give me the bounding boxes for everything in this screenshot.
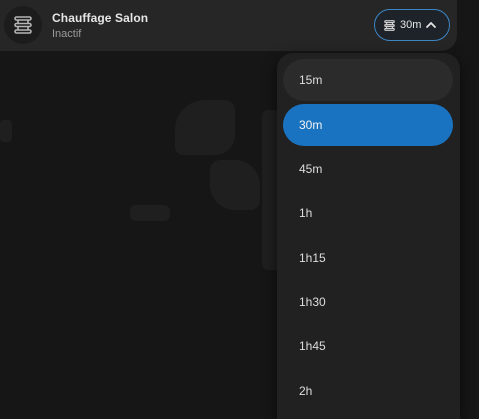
chevron-up-icon xyxy=(425,19,437,31)
entity-title: Chauffage Salon xyxy=(52,11,149,25)
menu-item[interactable]: 1h30 xyxy=(283,281,453,323)
radiator-icon xyxy=(383,19,396,32)
select-value: 30m xyxy=(400,19,422,31)
entity-status: Inactif xyxy=(52,28,82,40)
menu-item[interactable]: 1h15 xyxy=(283,237,453,279)
radiator-icon[interactable] xyxy=(4,6,42,44)
app-canvas: Chauffage Salon Inactif 30m 15m 30m 45m … xyxy=(0,0,479,419)
menu-item-selected[interactable]: 30m xyxy=(283,104,453,146)
background-shape xyxy=(210,160,260,210)
duration-menu: 15m 30m 45m 1h 1h15 1h30 1h45 2h xyxy=(277,53,460,419)
background-shape xyxy=(0,120,12,142)
menu-item[interactable]: 45m xyxy=(283,148,453,190)
menu-item[interactable]: 2h xyxy=(283,370,453,412)
duration-select[interactable]: 30m xyxy=(374,9,450,41)
background-shape xyxy=(175,100,235,155)
menu-item[interactable]: 1h45 xyxy=(283,325,453,367)
menu-item[interactable]: 1h xyxy=(283,192,453,234)
menu-item[interactable]: 15m xyxy=(283,59,453,101)
entity-card: Chauffage Salon Inactif 30m xyxy=(0,0,457,51)
background-shape xyxy=(130,205,170,221)
